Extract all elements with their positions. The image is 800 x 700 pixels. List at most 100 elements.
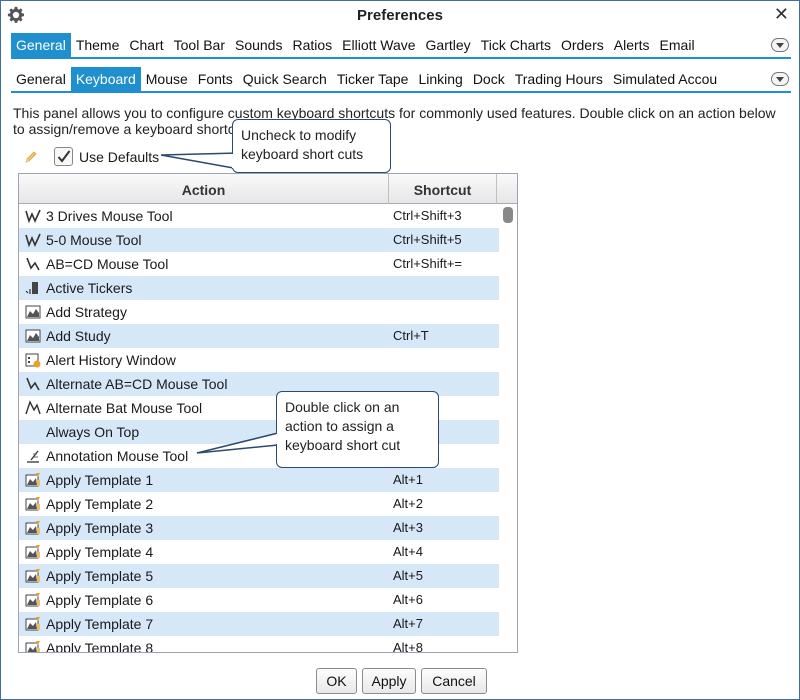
column-header-shortcut[interactable]: Shortcut bbox=[389, 174, 497, 204]
action-cell: AB=CD Mouse Tool bbox=[46, 256, 169, 272]
table-row[interactable]: 5-0 Mouse Tool Ctrl+Shift+5 bbox=[19, 228, 499, 252]
subtab-mouse[interactable]: Mouse bbox=[141, 67, 193, 91]
close-icon[interactable]: ✕ bbox=[774, 4, 789, 25]
table-row[interactable]: AB=CD Mouse Tool Ctrl+Shift+= bbox=[19, 252, 499, 276]
action-cell: 3 Drives Mouse Tool bbox=[46, 208, 173, 224]
apply-button[interactable]: Apply bbox=[362, 668, 416, 694]
wave-tool-icon bbox=[25, 233, 41, 248]
column-header-action[interactable]: Action bbox=[19, 174, 389, 204]
tab-orders[interactable]: Orders bbox=[556, 33, 609, 57]
pencil-icon[interactable] bbox=[23, 149, 39, 165]
action-cell: Add Strategy bbox=[46, 304, 127, 320]
shortcut-cell: Ctrl+T bbox=[393, 328, 429, 343]
shortcut-cell: Alt+2 bbox=[393, 496, 423, 511]
subtab-dock[interactable]: Dock bbox=[468, 67, 510, 91]
zigzag-icon bbox=[26, 377, 40, 391]
tab-elliott-wave[interactable]: Elliott Wave bbox=[337, 33, 420, 57]
subtab-trading-hours[interactable]: Trading Hours bbox=[510, 67, 608, 91]
zigzag-icon bbox=[26, 257, 40, 271]
action-cell: Apply Template 3 bbox=[46, 520, 154, 536]
action-cell: Annotation Mouse Tool bbox=[46, 448, 189, 464]
action-cell: Apply Template 4 bbox=[46, 544, 154, 560]
table-row[interactable]: 3 Drives Mouse Tool Ctrl+Shift+3 bbox=[19, 204, 499, 228]
main-tab-underline bbox=[11, 57, 791, 59]
template-icon bbox=[25, 473, 40, 487]
shortcut-cell: Alt+3 bbox=[393, 520, 423, 535]
shortcut-cell: Alt+8 bbox=[393, 640, 423, 652]
subtab-keyboard[interactable]: Keyboard bbox=[70, 67, 141, 91]
action-cell: Alternate Bat Mouse Tool bbox=[46, 400, 203, 416]
tab-general[interactable]: General bbox=[11, 33, 71, 57]
table-row[interactable]: Alert History Window bbox=[19, 348, 499, 372]
shortcut-cell: Ctrl+Shift+= bbox=[393, 256, 463, 271]
shortcuts-table: Action Shortcut 3 Drives Mouse Tool Ctrl+… bbox=[18, 173, 518, 653]
window-title: Preferences bbox=[357, 7, 443, 24]
tab-alerts[interactable]: Alerts bbox=[609, 33, 655, 57]
table-row[interactable]: Add Strategy bbox=[19, 300, 499, 324]
subtab-fonts[interactable]: Fonts bbox=[193, 67, 238, 91]
checkmark-icon bbox=[57, 150, 71, 163]
table-scrollbar[interactable] bbox=[499, 204, 517, 652]
ok-button[interactable]: OK bbox=[316, 668, 357, 694]
table-row[interactable]: Apply Template 1 Alt+1 bbox=[19, 468, 499, 492]
action-cell: Apply Template 2 bbox=[46, 496, 154, 512]
tab-ratios[interactable]: Ratios bbox=[287, 33, 337, 57]
template-icon bbox=[25, 593, 40, 607]
table-row[interactable]: Apply Template 7 Alt+7 bbox=[19, 612, 499, 636]
shortcut-cell: Alt+6 bbox=[393, 592, 423, 607]
tab-email[interactable]: Email bbox=[655, 33, 700, 57]
cancel-button[interactable]: Cancel bbox=[421, 668, 487, 694]
tab-tick-charts[interactable]: Tick Charts bbox=[476, 33, 556, 57]
subtab-linking[interactable]: Linking bbox=[413, 67, 467, 91]
template-icon bbox=[25, 497, 40, 511]
chevron-down-icon bbox=[776, 42, 784, 48]
subtab-quick-search[interactable]: Quick Search bbox=[238, 67, 332, 91]
preferences-window: Preferences ✕ General Theme Chart Tool Bar S… bbox=[0, 0, 800, 700]
title-bar: Preferences ✕ bbox=[1, 1, 799, 31]
table-row[interactable]: Add Study Ctrl+T bbox=[19, 324, 499, 348]
header-corner bbox=[497, 174, 517, 204]
table-row[interactable]: Apply Template 8 Alt+8 bbox=[19, 636, 499, 652]
table-row[interactable]: Apply Template 6 Alt+6 bbox=[19, 588, 499, 612]
action-cell: 5-0 Mouse Tool bbox=[46, 232, 142, 248]
action-cell: Apply Template 7 bbox=[46, 616, 154, 632]
shortcut-cell: Alt+7 bbox=[393, 616, 423, 631]
action-cell: Active Tickers bbox=[46, 280, 133, 296]
template-icon bbox=[25, 569, 40, 583]
use-defaults-checkbox[interactable] bbox=[54, 147, 73, 166]
tab-theme[interactable]: Theme bbox=[71, 33, 125, 57]
main-tabs-overflow-button[interactable] bbox=[771, 38, 789, 52]
template-icon bbox=[25, 617, 40, 631]
tab-sounds[interactable]: Sounds bbox=[230, 33, 287, 57]
table-header: Action Shortcut bbox=[19, 174, 517, 204]
scrollbar-thumb[interactable] bbox=[503, 207, 513, 223]
action-cell: Add Study bbox=[46, 328, 111, 344]
shortcut-cell: Alt+5 bbox=[393, 568, 423, 583]
table-row[interactable]: Apply Template 3 Alt+3 bbox=[19, 516, 499, 540]
shortcut-cell: Alt+1 bbox=[393, 472, 423, 487]
action-cell: Always On Top bbox=[46, 424, 140, 440]
tab-gartley[interactable]: Gartley bbox=[421, 33, 476, 57]
tab-chart[interactable]: Chart bbox=[124, 33, 168, 57]
panel-description: This panel allows you to configure custo… bbox=[13, 105, 776, 137]
shortcut-cell: Alt+4 bbox=[393, 544, 423, 559]
table-row[interactable]: Apply Template 4 Alt+4 bbox=[19, 540, 499, 564]
annotation-icon bbox=[27, 450, 39, 463]
bat-tool-icon bbox=[25, 400, 41, 415]
action-cell: Alert History Window bbox=[46, 352, 176, 368]
chart-area-icon bbox=[25, 305, 41, 319]
sub-tab-bar: General Keyboard Mouse Fonts Quick Search Tic… bbox=[11, 67, 791, 91]
subtab-general[interactable]: General bbox=[11, 67, 71, 91]
alert-history-icon bbox=[25, 353, 41, 368]
use-defaults-label: Use Defaults bbox=[79, 149, 160, 165]
action-cell: Alternate AB=CD Mouse Tool bbox=[46, 376, 228, 392]
table-row[interactable]: Apply Template 2 Alt+2 bbox=[19, 492, 499, 516]
action-cell: Apply Template 6 bbox=[46, 592, 154, 608]
sub-tabs-overflow-button[interactable] bbox=[771, 72, 789, 86]
table-row[interactable]: Apply Template 5 Alt+5 bbox=[19, 564, 499, 588]
subtab-simulated-accou[interactable]: Simulated Accou bbox=[608, 67, 722, 91]
table-row[interactable]: Active Tickers bbox=[19, 276, 499, 300]
tab-tool-bar[interactable]: Tool Bar bbox=[169, 33, 230, 57]
subtab-ticker-tape[interactable]: Ticker Tape bbox=[332, 67, 414, 91]
callout-use-defaults: Uncheck to modify keyboard short cuts bbox=[232, 119, 391, 173]
